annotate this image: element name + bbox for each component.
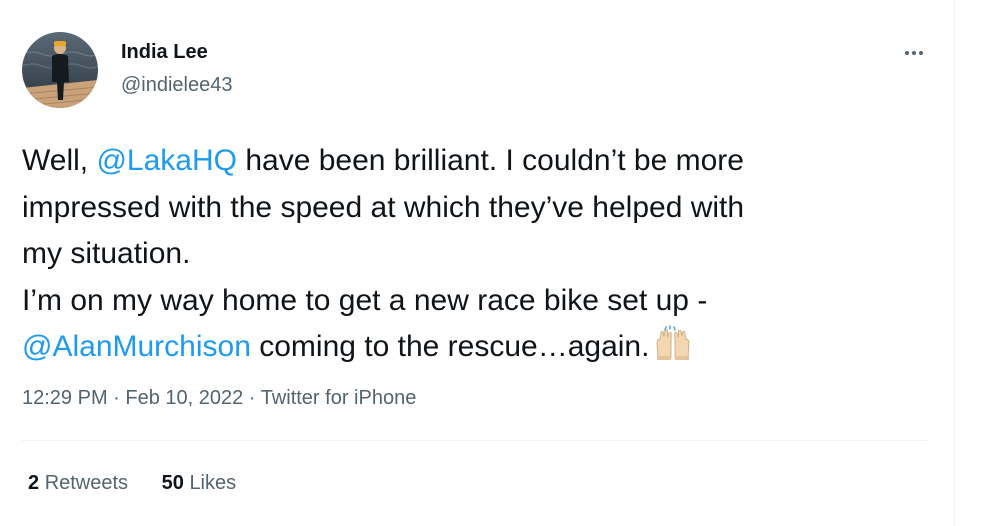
tweet-time[interactable]: 12:29 PM xyxy=(22,387,108,409)
tweet-line: impressed with the speed at which they’v… xyxy=(22,190,745,224)
tweet-text: Well, @LakaHQ have been brilliant. I cou… xyxy=(22,138,942,376)
tweet-card: India Lee @indielee43 Well, @LakaHQ have… xyxy=(0,0,955,526)
likes-label: Likes xyxy=(189,472,237,494)
likes-stat[interactable]: 50 Likes xyxy=(162,472,237,495)
tweet-line: my situation. xyxy=(22,237,191,270)
tweet-date[interactable]: Feb 10, 2022 xyxy=(125,387,243,409)
mention-alanmurchison-link[interactable]: @AlanMurchison xyxy=(22,330,251,363)
tweet-text-segment: coming to the rescue…again. xyxy=(250,330,650,363)
tweet-metadata: 12:29 PM · Feb 10, 2022 · Twitter for iP… xyxy=(22,387,416,410)
tweet-source[interactable]: Twitter for iPhone xyxy=(261,387,417,409)
tweet-line: @AlanMurchison coming to the rescue…agai… xyxy=(22,324,942,376)
meta-separator: · xyxy=(243,387,261,409)
tweet-line: I’m on my way home to get a new race bik… xyxy=(22,283,708,317)
retweets-stat[interactable]: 2 Retweets xyxy=(28,472,128,495)
likes-count: 50 xyxy=(161,472,184,494)
avatar[interactable] xyxy=(22,32,98,108)
meta-separator: · xyxy=(107,387,126,409)
tweet-stats: 2 Retweets 50 Likes xyxy=(28,472,264,495)
author-name[interactable]: India Lee xyxy=(121,41,208,64)
mention-lakahq-link[interactable]: @LakaHQ xyxy=(96,144,237,177)
retweets-label: Retweets xyxy=(44,472,129,494)
raising-hands-emoji-icon xyxy=(653,325,693,376)
retweets-count: 2 xyxy=(28,472,40,494)
divider xyxy=(22,440,927,441)
author-handle[interactable]: @indielee43 xyxy=(121,74,233,97)
tweet-text-segment: Well, xyxy=(22,144,97,177)
more-options-icon[interactable] xyxy=(896,38,932,66)
tweet-line: Well, @LakaHQ have been brilliant. I cou… xyxy=(22,138,942,185)
tweet-text-segment: have been brilliant. I couldn’t be more xyxy=(236,144,744,177)
